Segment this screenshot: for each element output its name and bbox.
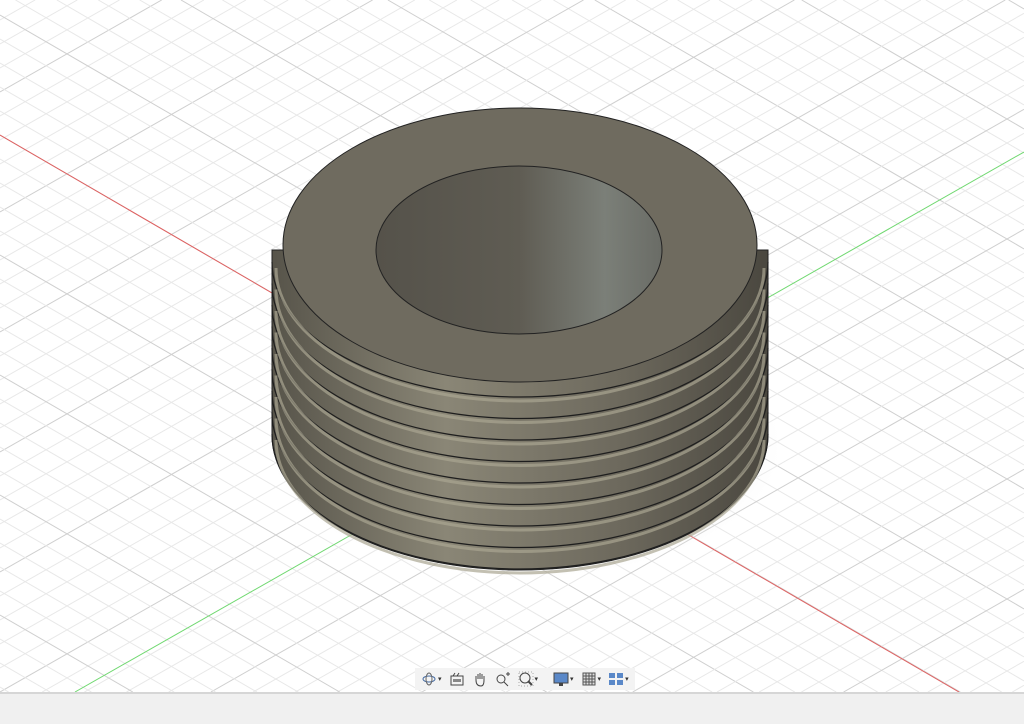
chevron-down-icon[interactable]: ▾ — [438, 675, 442, 683]
grid-line — [1012, 684, 1024, 692]
chevron-down-icon[interactable]: ▾ — [535, 675, 539, 683]
display-settings-icon — [553, 671, 569, 687]
pan-button[interactable] — [470, 669, 490, 689]
threaded-cylinder-model[interactable] — [265, 107, 785, 580]
fit-icon — [518, 671, 534, 687]
grid-line — [801, 0, 1024, 130]
grid-line — [677, 0, 1024, 202]
3d-viewport[interactable] — [0, 0, 1024, 692]
bore-hole — [375, 165, 663, 335]
zoom-icon — [495, 671, 511, 687]
chevron-down-icon[interactable]: ▾ — [570, 675, 574, 683]
grid-line — [0, 0, 247, 141]
look-at-button[interactable] — [447, 669, 467, 689]
display-settings-button[interactable]: ▾ — [551, 669, 576, 689]
grid-settings-icon — [581, 671, 597, 687]
grid-line — [760, 0, 1024, 154]
grid-line — [0, 0, 331, 189]
grid-line — [1008, 0, 1024, 10]
fit-button[interactable]: ▾ — [516, 669, 541, 689]
chevron-down-icon[interactable]: ▾ — [598, 675, 602, 683]
navigation-toolbar: ▾ ▾ ▾ ▾ ▾ — [415, 668, 635, 690]
grid-line — [0, 0, 36, 21]
pan-icon — [472, 671, 488, 687]
orbit-icon — [421, 671, 437, 687]
grid-line — [801, 564, 1024, 692]
viewports-button[interactable]: ▾ — [606, 669, 631, 689]
grid-line — [0, 0, 289, 165]
viewports-icon — [608, 671, 624, 687]
grid-line — [885, 612, 1024, 692]
grid-line — [925, 0, 1024, 58]
look-at-icon — [449, 671, 465, 687]
zoom-button[interactable] — [493, 669, 513, 689]
bottom-bar — [0, 692, 1024, 724]
grid-line — [927, 636, 1024, 692]
chevron-down-icon[interactable]: ▾ — [625, 675, 629, 683]
grid-settings-button[interactable]: ▾ — [579, 669, 604, 689]
orbit-button[interactable]: ▾ — [419, 669, 444, 689]
grid-line — [884, 0, 1024, 82]
grid-line — [758, 540, 1024, 692]
